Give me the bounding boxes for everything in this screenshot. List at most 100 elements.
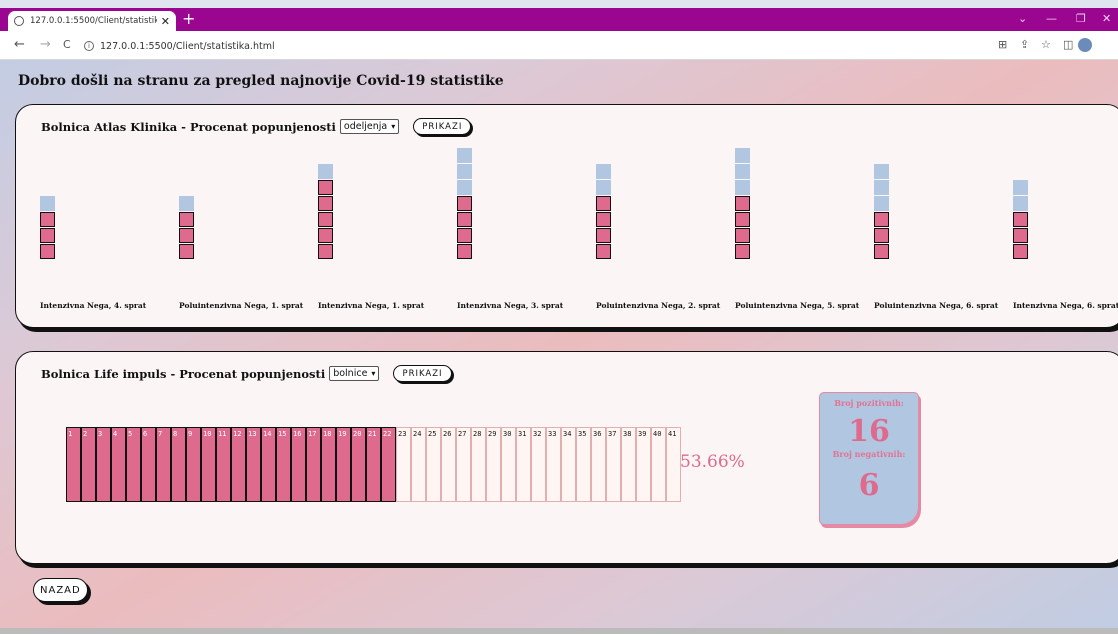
free-bed: 25	[426, 427, 441, 502]
occupied-bed: 5	[126, 427, 141, 502]
ward-label: Intenzivna Nega, 3. sprat	[457, 301, 564, 310]
free-bed-cell	[735, 180, 750, 195]
occupied-bed: 9	[186, 427, 201, 502]
occupied-bed-cell	[1013, 228, 1028, 243]
occupied-bed-cell	[318, 228, 333, 243]
occupied-bed-cell	[179, 228, 194, 243]
occupied-bed: 1	[66, 427, 81, 502]
show-button[interactable]: PRIKAZI	[393, 365, 452, 382]
occupied-bed: 6	[141, 427, 156, 502]
free-bed: 28	[471, 427, 486, 502]
occupied-bed-cell	[1013, 244, 1028, 259]
occupied-bed-cell	[318, 180, 333, 195]
ward-column: Intenzivna Nega, 4. sprat	[40, 105, 180, 329]
translate-icon[interactable]: ⊞	[998, 39, 1007, 51]
new-tab-icon[interactable]: +	[182, 10, 195, 28]
ward-column: Poluintenzivna Nega, 2. sprat	[596, 105, 736, 329]
free-bed: 40	[651, 427, 666, 502]
free-bed-cell	[457, 180, 472, 195]
ward-label: Intenzivna Nega, 1. sprat	[318, 301, 425, 310]
occupied-bed: 18	[321, 427, 336, 502]
free-bed-cell	[318, 164, 333, 179]
horizontal-scrollbar[interactable]	[0, 628, 1118, 634]
view-select[interactable]: bolnice ▾	[329, 366, 380, 381]
hospital-title: Bolnica Life impuls - Procenat popunjeno…	[41, 366, 326, 381]
free-bed-cell	[874, 180, 889, 195]
tab-search-icon[interactable]: ⌄	[1018, 12, 1027, 25]
positive-count: 16	[848, 414, 890, 449]
tab-close-icon[interactable]: ✕	[161, 15, 170, 28]
occupied-bed: 17	[306, 427, 321, 502]
back-arrow-icon[interactable]: ←	[14, 38, 25, 52]
ward-column: Intenzivna Nega, 3. sprat	[457, 105, 597, 329]
free-bed: 38	[621, 427, 636, 502]
occupied-bed: 15	[276, 427, 291, 502]
window-close-icon[interactable]: ✕	[1102, 12, 1111, 25]
occupied-bed-cell	[1013, 212, 1028, 227]
occupied-bed: 7	[156, 427, 171, 502]
negative-label: Broj negativnih:	[832, 449, 906, 459]
occupied-bed-cell	[318, 196, 333, 211]
occupied-bed: 16	[291, 427, 306, 502]
test-stats-card: Broj pozitivnih: 16 Broj negativnih: 6	[819, 392, 919, 525]
occupied-bed: 10	[201, 427, 216, 502]
occupied-bed: 2	[81, 427, 96, 502]
page-title: Dobro došli na stranu za pregled najnovi…	[18, 73, 504, 89]
free-bed: 23	[396, 427, 411, 502]
site-info-icon[interactable]: i	[84, 41, 94, 51]
ward-label: Poluintenzivna Nega, 5. sprat	[735, 301, 860, 310]
reload-icon[interactable]: C	[63, 38, 71, 52]
free-bed: 39	[636, 427, 651, 502]
free-bed: 32	[531, 427, 546, 502]
occupied-bed: 4	[111, 427, 126, 502]
free-bed-cell	[457, 164, 472, 179]
ward-label: Poluintenzivna Nega, 2. sprat	[596, 301, 721, 310]
back-button[interactable]: NAZAD	[33, 578, 88, 602]
occupied-bed-cell	[735, 228, 750, 243]
select-value: bolnice	[333, 368, 368, 379]
page-content: Dobro došli na stranu za pregled najnovi…	[0, 60, 1118, 634]
bookmark-star-icon[interactable]: ☆	[1041, 39, 1051, 51]
free-bed: 27	[456, 427, 471, 502]
browser-tab[interactable]: 127.0.0.1:5500/Client/statistika.ht ✕	[8, 11, 176, 31]
maximize-icon[interactable]: ❐	[1076, 12, 1086, 25]
profile-avatar[interactable]	[1078, 38, 1092, 52]
occupied-bed: 3	[96, 427, 111, 502]
share-icon[interactable]: ⇪	[1020, 39, 1029, 51]
free-bed: 34	[561, 427, 576, 502]
globe-icon	[14, 16, 24, 26]
occupied-bed: 14	[261, 427, 276, 502]
occupied-bed-cell	[596, 212, 611, 227]
occupied-bed-cell	[457, 196, 472, 211]
minimize-icon[interactable]: —	[1046, 12, 1057, 25]
free-bed: 24	[411, 427, 426, 502]
occupied-bed-cell	[318, 212, 333, 227]
occupied-bed-cell	[457, 244, 472, 259]
free-bed-cell	[1013, 180, 1028, 195]
occupied-bed-cell	[40, 228, 55, 243]
bed-grid: 1 2 3 4 5 6 7 8 9 10 11 12 13 14 15 16 17 18 19 20 21 22 23 24 2…	[66, 427, 681, 502]
forward-arrow-icon[interactable]: →	[40, 38, 51, 52]
occupied-bed: 8	[171, 427, 186, 502]
free-bed-cell	[1013, 196, 1028, 211]
occupied-bed-cell	[318, 244, 333, 259]
positive-label: Broj pozitivnih:	[834, 398, 904, 408]
occupied-bed-cell	[596, 196, 611, 211]
free-bed: 26	[441, 427, 456, 502]
browser-tab-bar: 127.0.0.1:5500/Client/statistika.ht ✕ + …	[0, 8, 1118, 31]
occupied-bed: 12	[231, 427, 246, 502]
free-bed: 31	[516, 427, 531, 502]
url-field[interactable]: i 127.0.0.1:5500/Client/statistika.html	[84, 37, 984, 55]
occupied-bed-cell	[874, 228, 889, 243]
free-bed: 36	[591, 427, 606, 502]
side-panel-icon[interactable]: ◫	[1063, 39, 1073, 51]
ward-label: Poluintenzivna Nega, 6. sprat	[874, 301, 999, 310]
occupied-bed: 22	[381, 427, 396, 502]
ward-label: Poluintenzivna Nega, 1. sprat	[179, 301, 304, 310]
occupied-bed: 19	[336, 427, 351, 502]
free-bed-cell	[874, 164, 889, 179]
occupied-bed-cell	[179, 212, 194, 227]
hospital-panel-atlas: Bolnica Atlas Klinika - Procenat popunje…	[15, 104, 1118, 328]
free-bed: 29	[486, 427, 501, 502]
ward-label: Intenzivna Nega, 4. sprat	[40, 301, 147, 310]
